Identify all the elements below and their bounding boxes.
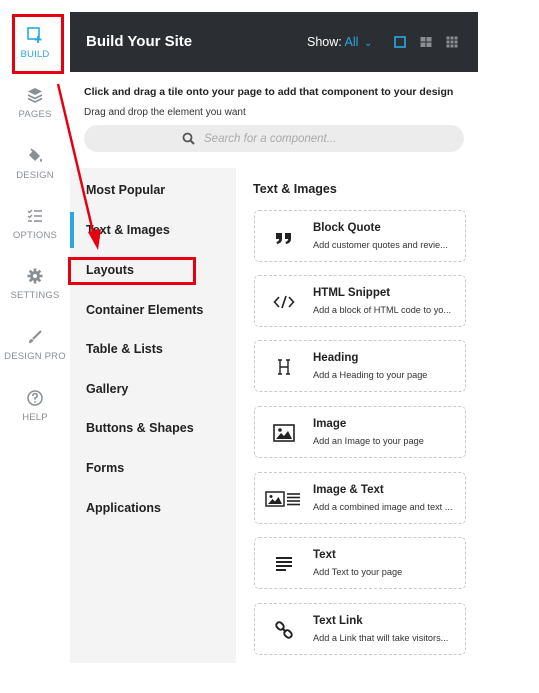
section-title: Text & Images — [253, 182, 337, 196]
left-rail: BUILD PAGES DESIGN OPTIONS SETTINGS DESI… — [0, 0, 70, 693]
checklist-icon — [27, 209, 42, 222]
tile-image[interactable]: Image Add an Image to your page — [254, 406, 466, 458]
image-icon — [271, 421, 297, 445]
help-icon — [27, 390, 43, 406]
tile-block-quote[interactable]: Block Quote Add customer quotes and revi… — [254, 210, 466, 262]
gear-icon — [27, 268, 43, 284]
category-buttons-shapes[interactable]: Buttons & Shapes — [86, 421, 194, 435]
tile-description: Add Text to your page — [313, 567, 403, 577]
instruction-text: Click and drag a tile onto your page to … — [84, 86, 454, 98]
heading-icon — [271, 355, 297, 379]
tile-name: Text Link — [313, 615, 363, 627]
panel-header: Build Your Site Show: All ⌄ — [70, 12, 478, 72]
search-input[interactable] — [204, 130, 444, 147]
paint-bucket-icon — [29, 148, 42, 162]
rail-label: OPTIONS — [12, 230, 58, 241]
active-category-indicator — [70, 212, 74, 248]
show-label: Show: — [307, 35, 342, 49]
tile-html-snippet[interactable]: HTML Snippet Add a block of HTML code to… — [254, 275, 466, 327]
rail-label: DESIGN — [16, 170, 54, 181]
show-filter[interactable]: Show: All ⌄ — [307, 35, 372, 49]
tile-description: Add a block of HTML code to yo... — [313, 305, 452, 315]
link-icon — [271, 618, 297, 642]
category-forms[interactable]: Forms — [86, 461, 124, 475]
tile-image-text[interactable]: Image & Text Add a combined image and te… — [254, 472, 466, 524]
category-list: Most Popular Text & Images Layouts Conta… — [70, 168, 236, 663]
rail-item-design-pro[interactable]: DESIGN PRO — [0, 328, 70, 362]
show-value: All — [344, 35, 359, 49]
instruction-subtext: Drag and drop the element you want — [84, 107, 246, 118]
category-gallery[interactable]: Gallery — [86, 382, 128, 396]
search-bar[interactable] — [84, 125, 464, 152]
rail-label: DESIGN PRO — [4, 351, 66, 362]
category-container-elements[interactable]: Container Elements — [86, 303, 203, 317]
search-icon — [182, 132, 195, 145]
tile-description: Add a combined image and text ... — [313, 502, 453, 512]
image-text-icon — [265, 487, 301, 511]
tile-description: Add a Heading to your page — [313, 370, 428, 380]
rail-item-help[interactable]: HELP — [0, 389, 70, 423]
triple-grid-icon[interactable] — [446, 36, 458, 48]
tile-description: Add a Link that will take visitors... — [313, 633, 449, 643]
double-grid-icon[interactable] — [420, 36, 432, 48]
panel-title: Build Your Site — [86, 33, 193, 50]
tile-description: Add an Image to your page — [313, 436, 424, 446]
rail-item-pages[interactable]: PAGES — [0, 86, 70, 120]
category-most-popular[interactable]: Most Popular — [86, 183, 165, 197]
tile-heading[interactable]: Heading Add a Heading to your page — [254, 340, 466, 392]
tile-name: Text — [313, 549, 336, 561]
rail-label: PAGES — [18, 109, 52, 120]
rail-item-options[interactable]: OPTIONS — [0, 207, 70, 241]
rail-label: SETTINGS — [10, 290, 60, 301]
layouts-highlight-box — [68, 257, 196, 285]
category-text-images[interactable]: Text & Images — [86, 223, 170, 237]
category-applications[interactable]: Applications — [86, 501, 161, 515]
tile-name: Image — [313, 418, 347, 430]
rail-item-design[interactable]: DESIGN — [0, 147, 70, 181]
build-highlight-box — [12, 14, 64, 74]
tile-description: Add customer quotes and revie... — [313, 240, 448, 250]
tile-name: Image & Text — [313, 484, 384, 496]
tile-name: Block Quote — [313, 222, 381, 234]
code-icon — [271, 290, 297, 314]
category-table-lists[interactable]: Table & Lists — [86, 342, 163, 356]
tile-name: Heading — [313, 352, 359, 364]
tile-name: HTML Snippet — [313, 287, 391, 299]
pages-icon — [27, 88, 43, 103]
brush-icon — [29, 330, 42, 343]
tile-text-link[interactable]: Text Link Add a Link that will take visi… — [254, 603, 466, 655]
rail-label: HELP — [22, 412, 48, 423]
single-view-icon[interactable] — [394, 36, 406, 48]
text-lines-icon — [271, 552, 297, 576]
quote-icon — [271, 225, 297, 249]
chevron-down-icon: ⌄ — [363, 38, 373, 49]
rail-item-settings[interactable]: SETTINGS — [0, 267, 70, 301]
tile-text[interactable]: Text Add Text to your page — [254, 537, 466, 589]
